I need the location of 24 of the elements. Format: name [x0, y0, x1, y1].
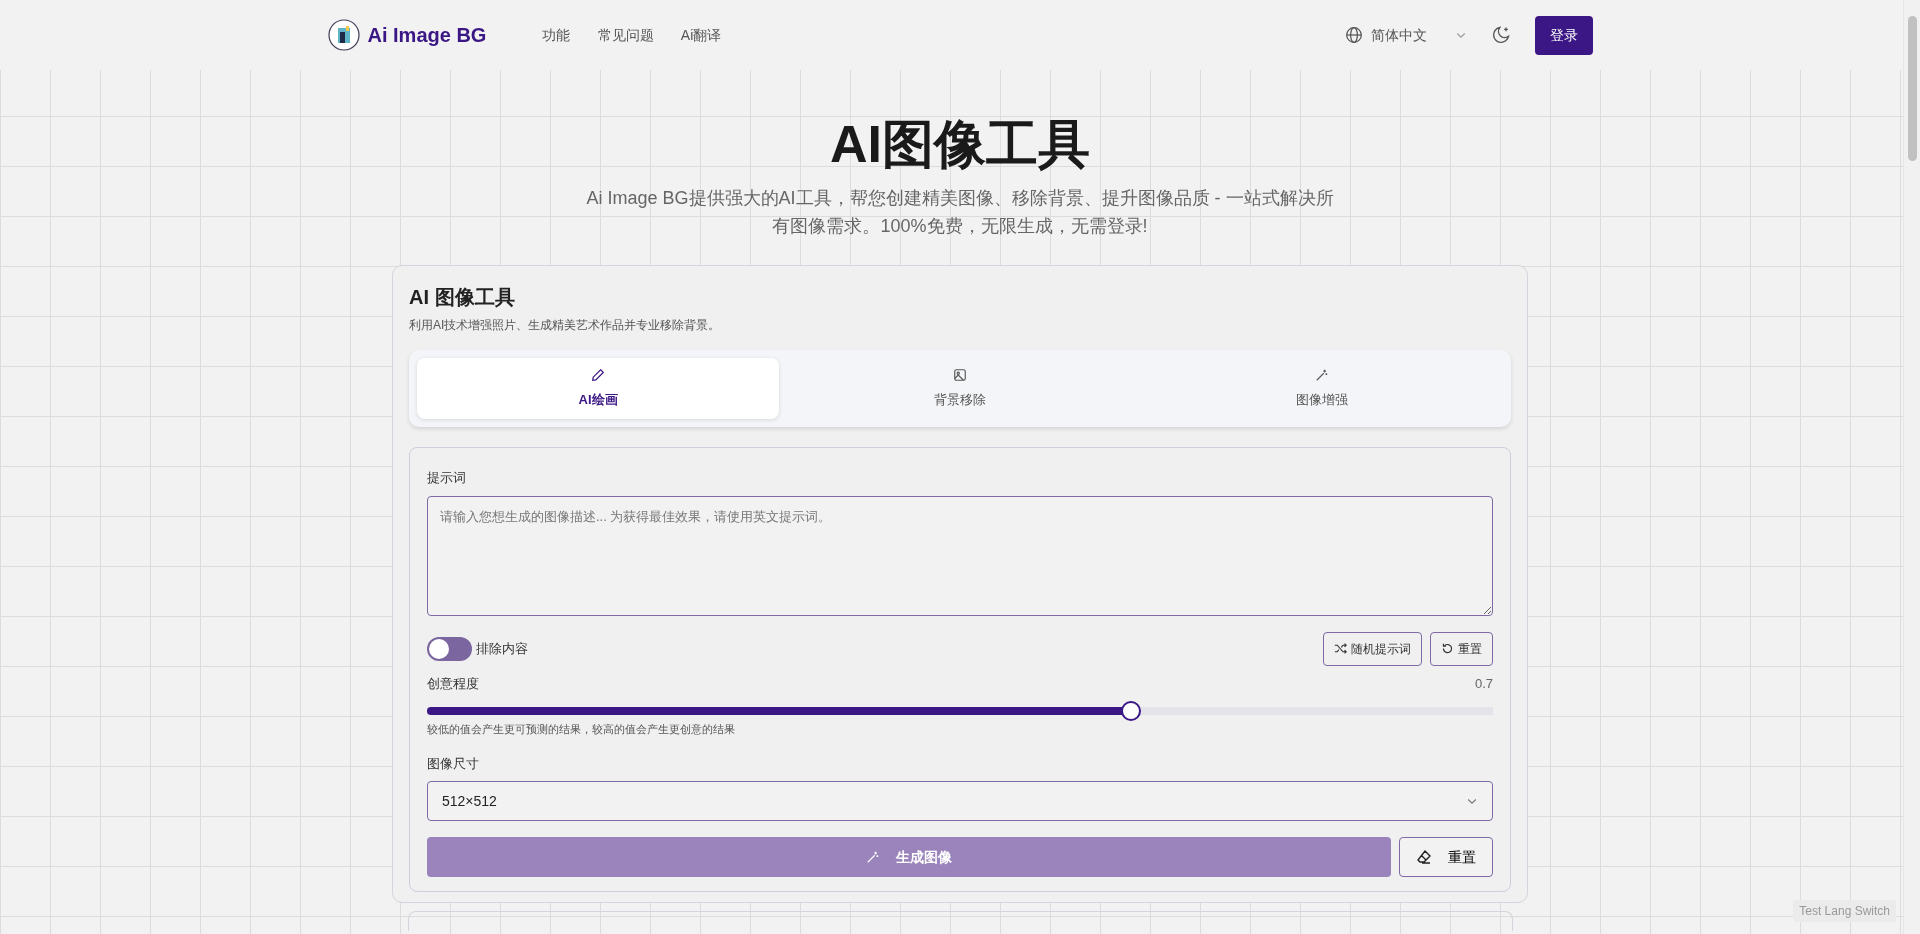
nav-link[interactable]: 常见问题: [597, 24, 654, 46]
nav-link[interactable]: Ai翻译: [680, 24, 722, 46]
size-select[interactable]: 512×512: [427, 781, 1493, 822]
card-description: 利用AI技术增强照片、生成精美艺术作品并专业移除背景。: [409, 316, 722, 334]
toggle-label: 排除内容: [476, 640, 528, 659]
field-label: 提示词: [427, 469, 467, 488]
page-title: AI图像工具: [829, 114, 1091, 174]
nav-link[interactable]: 功能: [542, 24, 571, 46]
tab[interactable]: 图像增强: [1141, 357, 1503, 420]
tab[interactable]: AI绘画: [417, 357, 779, 420]
field-label: 图像尺寸: [427, 754, 480, 773]
card-title: AI 图像工具: [409, 284, 516, 310]
prompt-input[interactable]: 请输入您想生成的图像描述... 为获得最佳效果，请使用英文提示词。: [427, 495, 1493, 616]
brand-name: Ai Image BG: [367, 23, 487, 48]
clear-button[interactable]: 重置: [1399, 837, 1493, 878]
hint-text: 较低的值会产生更可预测的结果，较高的值会产生更创意的结果: [427, 722, 736, 738]
random-prompt-button[interactable]: 随机提示词: [1323, 631, 1422, 666]
subtitle: Ai Image BG提供强大的AI工具，帮您创建精美图像、移除背景、提升图像品质 - 一站式解决所有图像需求。100%免费，无限生成，无需登录!: [585, 187, 1335, 239]
reset-button[interactable]: 重置: [1430, 631, 1493, 666]
tab[interactable]: 背景移除: [779, 357, 1141, 420]
slider-value: 0.7: [1474, 674, 1493, 693]
field-label: 创意程度: [427, 674, 479, 693]
language-selector[interactable]: 简体中文: [1371, 24, 1428, 46]
login-button[interactable]: 登录: [1534, 15, 1593, 55]
